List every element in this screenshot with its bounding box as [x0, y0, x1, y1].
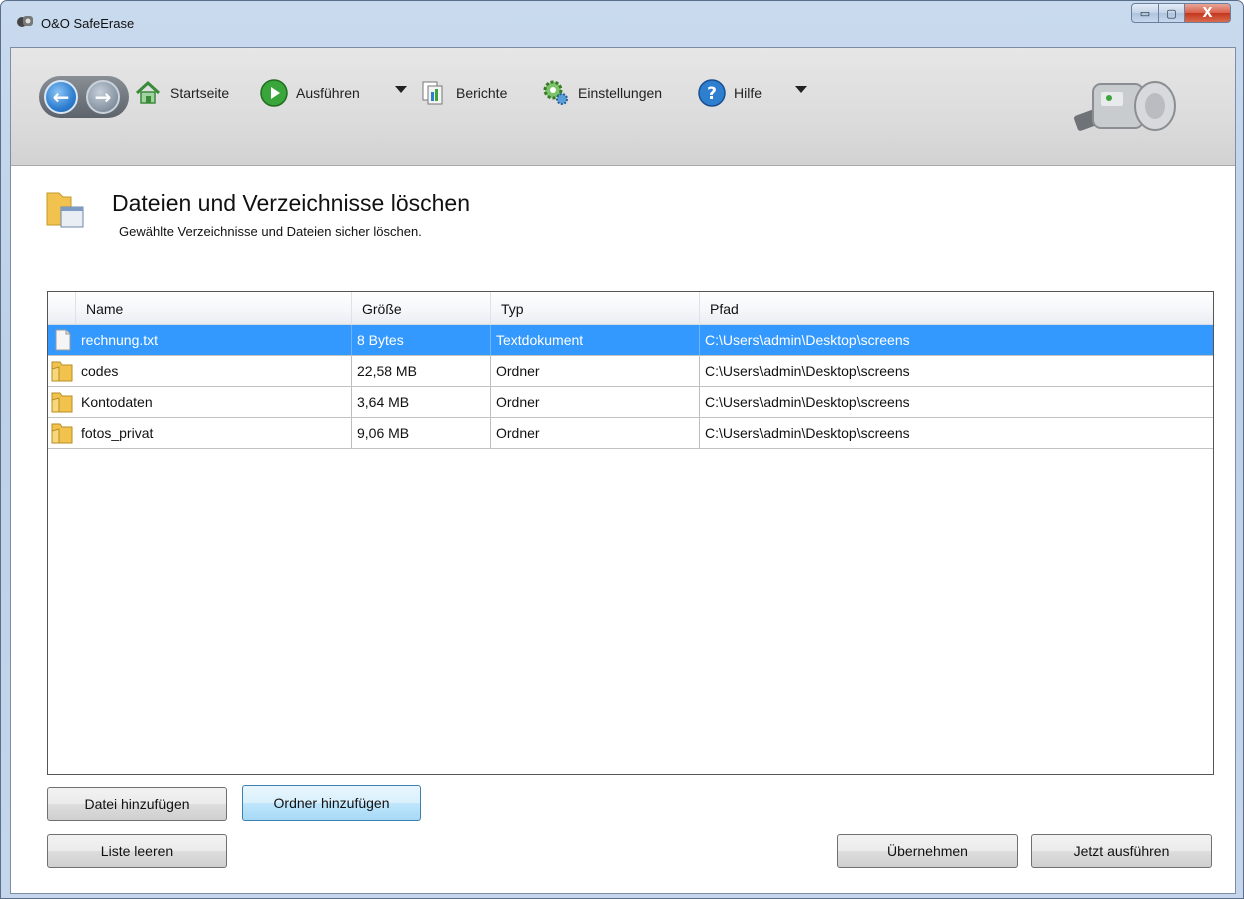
toolbar-ausfuehren[interactable]: Ausführen	[259, 78, 360, 108]
column-header-size[interactable]: Größe	[352, 292, 491, 325]
cell-name: fotos_privat	[76, 418, 352, 448]
list-header: Name Größe Typ Pfad	[48, 292, 1213, 325]
maximize-icon: ▢	[1166, 6, 1177, 20]
clear-list-button[interactable]: Liste leeren	[47, 834, 227, 868]
cell-name: rechnung.txt	[76, 325, 352, 355]
minimize-icon: ▭	[1139, 6, 1151, 20]
toolbar-label: Einstellungen	[578, 85, 663, 101]
reports-icon	[422, 81, 443, 105]
table-row[interactable]: rechnung.txt 8 Bytes Textdokument C:\Use…	[48, 325, 1213, 356]
cell-name: codes	[76, 356, 352, 386]
add-folder-button[interactable]: Ordner hinzufügen	[242, 785, 421, 821]
toolbar-berichte[interactable]: Berichte	[419, 78, 507, 108]
safeerase-logo-icon	[1074, 81, 1176, 131]
arrow-left-icon: ←	[52, 85, 70, 109]
column-header-path[interactable]: Pfad	[700, 292, 1213, 325]
toolbar-label: Startseite	[170, 85, 230, 101]
cell-type: Ordner	[491, 418, 700, 448]
close-button[interactable]: X	[1185, 3, 1231, 23]
cell-size: 8 Bytes	[352, 325, 491, 355]
cell-path: C:\Users\admin\Desktop\screens	[705, 363, 910, 379]
file-list[interactable]: Name Größe Typ Pfad rechnung.txt 8 Bytes…	[47, 291, 1214, 775]
table-row[interactable]: Kontodaten 3,64 MB Ordner C:\Users\admin…	[48, 387, 1213, 418]
forward-button[interactable]: →	[86, 80, 120, 114]
folder-icon	[51, 423, 73, 444]
column-header-name[interactable]: Name	[76, 292, 352, 325]
folder-icon	[51, 392, 73, 413]
back-button[interactable]: ←	[44, 80, 78, 114]
navigation-buttons: ← →	[39, 76, 129, 118]
main-content: ← → Startseite Ausführen Berichte Einste…	[10, 47, 1236, 894]
table-row[interactable]: fotos_privat 9,06 MB Ordner C:\Users\adm…	[48, 418, 1213, 449]
cell-size: 22,58 MB	[352, 356, 491, 386]
page-subtitle: Gewählte Verzeichnisse und Dateien siche…	[119, 224, 422, 239]
page-title: Dateien und Verzeichnisse löschen	[112, 190, 471, 216]
cell-type: Textdokument	[491, 325, 700, 355]
toolbar-einstellungen[interactable]: Einstellungen	[541, 78, 662, 108]
minimize-button[interactable]: ▭	[1131, 3, 1159, 23]
hilfe-dropdown-icon[interactable]	[795, 86, 807, 93]
toolbar-hilfe[interactable]: ? Hilfe	[697, 78, 762, 108]
text-file-icon	[55, 329, 71, 351]
window-title: O&O SafeErase	[41, 16, 135, 31]
cell-type: Ordner	[491, 356, 700, 386]
cell-path: C:\Users\admin\Desktop\screens	[705, 394, 910, 410]
cell-type: Ordner	[491, 387, 700, 417]
add-file-button[interactable]: Datei hinzufügen	[47, 787, 227, 821]
cell-path: C:\Users\admin\Desktop\screens	[705, 425, 910, 441]
home-icon	[135, 80, 161, 104]
arrow-right-icon: →	[94, 85, 112, 109]
cell-size: 3,64 MB	[352, 387, 491, 417]
toolbar-label: Berichte	[456, 85, 508, 101]
gear-icon	[543, 80, 568, 105]
cell-size: 9,06 MB	[352, 418, 491, 448]
toolbar-label: Ausführen	[296, 85, 360, 101]
column-header-icon	[48, 292, 76, 325]
app-icon	[17, 16, 33, 27]
play-icon	[260, 79, 288, 107]
close-icon: X	[1202, 5, 1213, 21]
table-row[interactable]: codes 22,58 MB Ordner C:\Users\admin\Des…	[48, 356, 1213, 387]
run-now-button[interactable]: Jetzt ausführen	[1031, 834, 1212, 868]
toolbar-startseite[interactable]: Startseite	[133, 78, 229, 108]
window-controls: ▭ ▢ X	[1131, 3, 1231, 23]
toolbar-label: Hilfe	[734, 85, 763, 101]
app-window: O&O SafeErase ▭ ▢ X ← → Startseite Ausfü…	[0, 0, 1244, 899]
column-header-type[interactable]: Typ	[491, 292, 700, 325]
cell-name: Kontodaten	[76, 387, 352, 417]
toolbar: ← → Startseite Ausführen Berichte Einste…	[11, 48, 1235, 166]
svg-text:?: ?	[707, 84, 717, 104]
cell-path: C:\Users\admin\Desktop\screens	[705, 332, 910, 348]
maximize-button[interactable]: ▢	[1159, 3, 1185, 23]
folder-icon	[51, 361, 73, 382]
apply-button[interactable]: Übernehmen	[837, 834, 1018, 868]
title-bar[interactable]: O&O SafeErase ▭ ▢ X	[1, 1, 1243, 47]
ausfuehren-dropdown-icon[interactable]	[395, 86, 407, 93]
folder-files-icon	[46, 192, 84, 228]
help-icon: ?	[698, 79, 726, 107]
